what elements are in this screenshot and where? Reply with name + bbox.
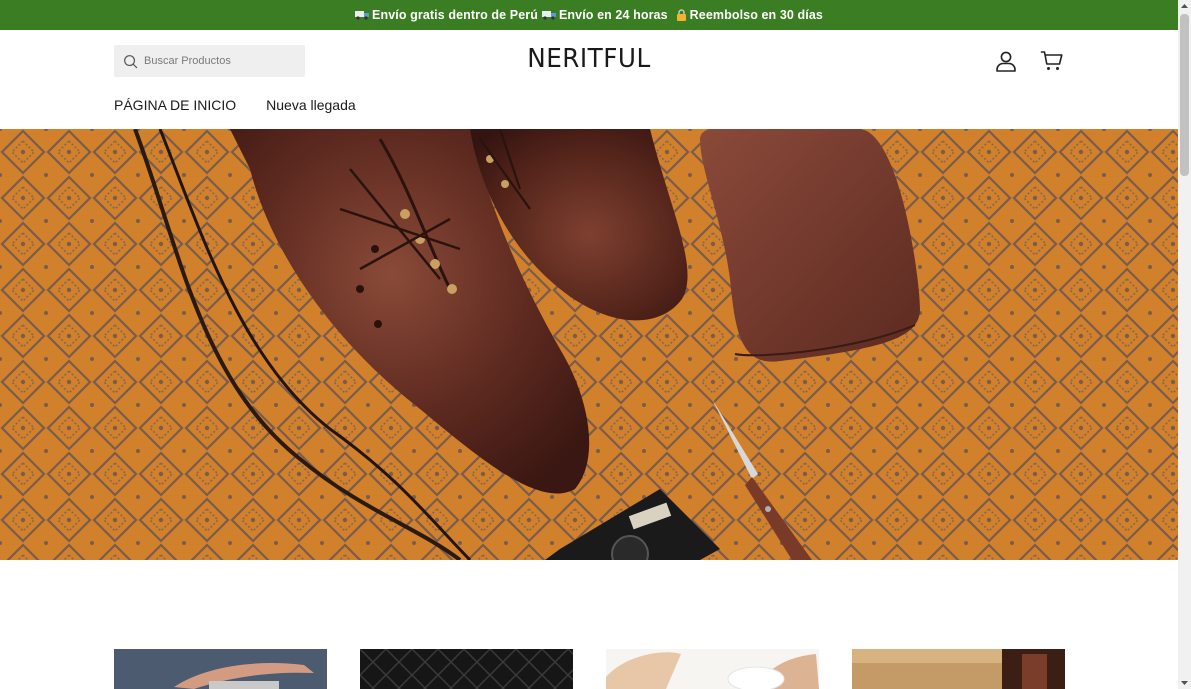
cart-icon[interactable] <box>1040 49 1064 73</box>
scroll-down-arrow-icon[interactable] <box>1178 676 1191 689</box>
collection-card-2[interactable] <box>360 649 573 689</box>
announcement-item-24h: Envío en 24 horas <box>541 8 668 22</box>
collection-image-3 <box>606 649 819 689</box>
collection-image-2 <box>360 649 573 689</box>
page-scrollbar[interactable] <box>1178 0 1191 689</box>
collection-card-4[interactable] <box>852 649 1065 689</box>
store-logo-text: NERITFUL <box>527 44 651 74</box>
announcement-text-2: Envío en 24 horas <box>558 8 668 22</box>
announcement-item-refund: Reembolso en 30 días <box>672 8 823 22</box>
user-icon[interactable] <box>994 49 1018 73</box>
collection-image-1 <box>114 649 327 689</box>
announcement-text-3: Reembolso en 30 días <box>689 8 823 22</box>
truck-icon <box>355 11 370 20</box>
scrollbar-thumb[interactable] <box>1180 14 1189 176</box>
page: Envío gratis dentro de Perú Envío en 24 … <box>0 0 1178 689</box>
announcement-bar: Envío gratis dentro de Perú Envío en 24 … <box>0 0 1178 30</box>
hero-image <box>0 129 1178 560</box>
nav-item-home[interactable]: PÁGINA DE INICIO <box>114 97 236 113</box>
nav-item-new-arrivals[interactable]: Nueva llegada <box>266 97 356 113</box>
lock-icon <box>676 9 686 21</box>
truck-icon <box>541 11 556 20</box>
collection-image-4 <box>852 649 1065 689</box>
scroll-up-arrow-icon[interactable] <box>1178 0 1191 13</box>
announcement-item-free-shipping: Envío gratis dentro de Perú <box>355 8 538 22</box>
main-nav: PÁGINA DE INICIO Nueva llegada <box>114 97 356 113</box>
hero-banner[interactable] <box>0 129 1178 560</box>
announcement-text-1: Envío gratis dentro de Perú <box>372 8 538 22</box>
collection-card-3[interactable] <box>606 649 819 689</box>
collection-card-1[interactable] <box>114 649 327 689</box>
